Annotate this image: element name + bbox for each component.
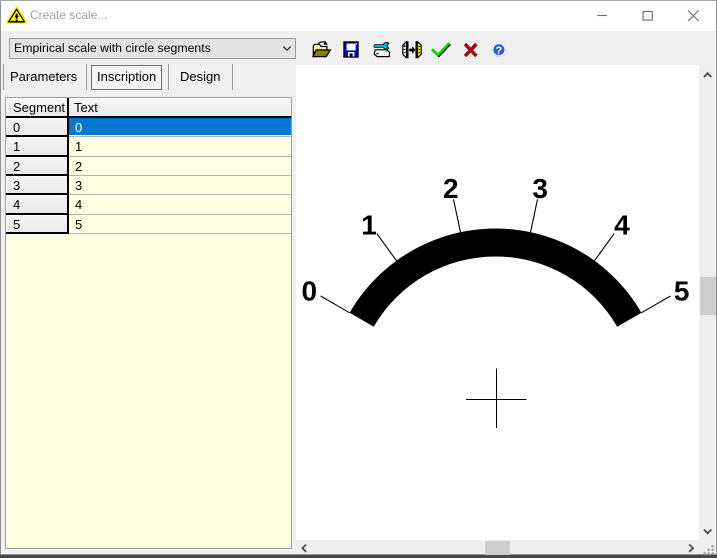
svg-text:0: 0: [302, 276, 318, 307]
svg-text:1: 1: [361, 209, 377, 240]
svg-text:2: 2: [443, 173, 459, 204]
svg-text:?: ?: [496, 45, 503, 57]
svg-text:5: 5: [674, 276, 690, 307]
svg-text:4: 4: [614, 209, 630, 240]
svg-text:3: 3: [532, 173, 548, 204]
